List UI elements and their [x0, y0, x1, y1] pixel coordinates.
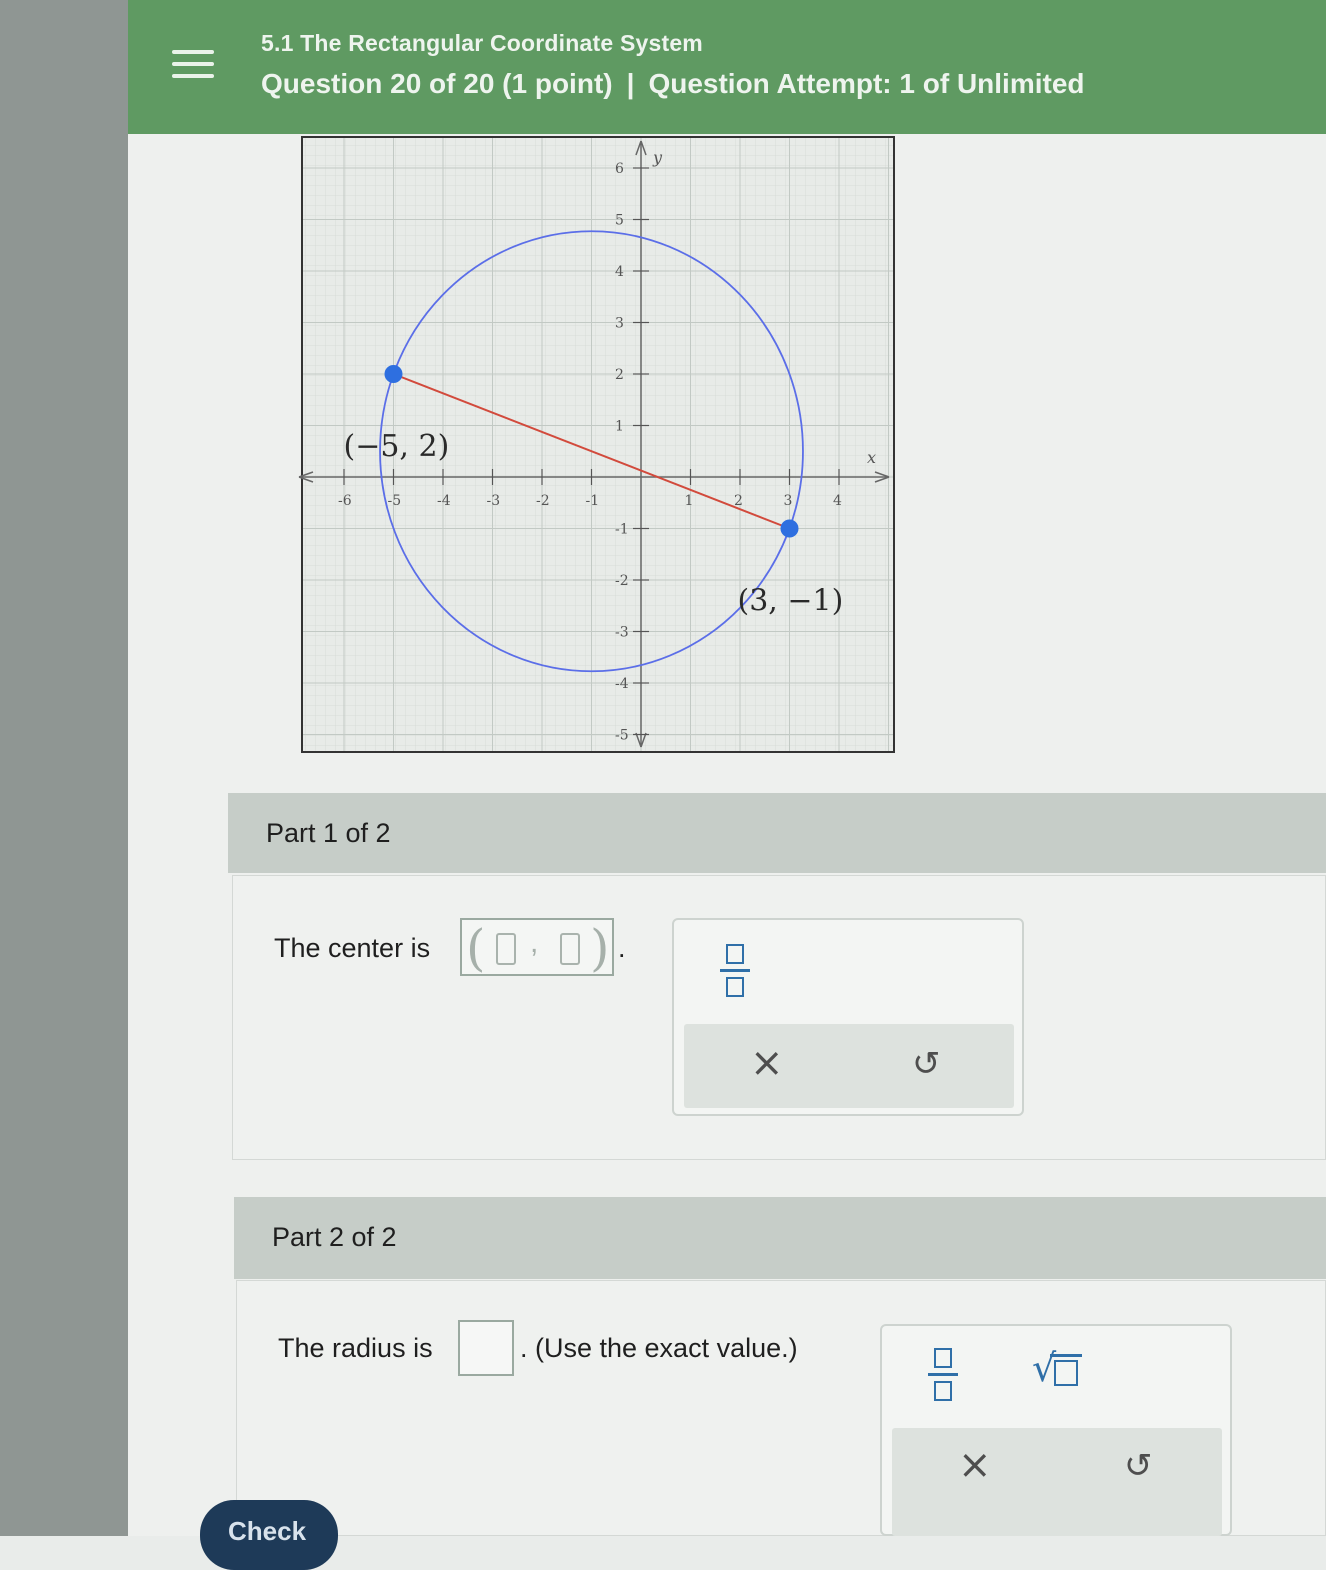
x-tick-label: 1: [685, 493, 694, 509]
center-y-slot[interactable]: [560, 933, 580, 965]
y-tick-label: 5: [615, 213, 624, 229]
undo-icon[interactable]: ↺: [912, 1044, 941, 1084]
radius-hint: . (Use the exact value.): [520, 1333, 798, 1363]
x-tick-label: 3: [784, 493, 793, 509]
y-tick-label: 2: [615, 367, 624, 383]
section-title: 5.1 The Rectangular Coordinate System: [261, 30, 703, 56]
point-b-label: (3, −1): [738, 584, 844, 619]
center-point-input[interactable]: ( , ): [460, 918, 614, 976]
question-number: Question 20 of 20 (1 point): [261, 68, 613, 99]
center-x-slot[interactable]: [496, 933, 516, 965]
x-tick-label: 4: [833, 493, 842, 509]
x-tick-label: -4: [437, 493, 451, 509]
y-tick-label: -5: [615, 728, 629, 744]
question-header: 5.1 The Rectangular Coordinate System Qu…: [128, 0, 1326, 134]
part1-label: Part 1 of 2: [266, 818, 391, 848]
undo-icon[interactable]: ↺: [1124, 1446, 1153, 1486]
y-tick-label: -4: [615, 676, 629, 692]
part1-header: [228, 793, 1326, 873]
x-tick-label: -6: [338, 493, 352, 509]
part1-action-row: × ↺: [684, 1024, 1014, 1108]
point-a-label: (−5, 2): [344, 429, 450, 464]
fraction-icon[interactable]: [928, 1348, 958, 1402]
close-paren: ): [590, 919, 610, 977]
point-b-marker: [780, 519, 799, 538]
header-separator: |: [626, 68, 635, 99]
center-prompt: The center is: [274, 933, 431, 963]
comma-separator: ,: [530, 926, 539, 959]
part2-action-row: × ↺: [892, 1428, 1222, 1536]
y-tick-label: 1: [615, 419, 624, 435]
attempt-counter: Question Attempt: 1 of Unlimited: [648, 68, 1085, 99]
y-tick-label: -2: [615, 573, 629, 589]
left-margin: [0, 0, 128, 1536]
y-tick-label: -1: [615, 522, 629, 538]
part1-math-toolbar: × ↺: [672, 918, 1024, 1116]
y-axis-label: y: [652, 148, 663, 167]
question-info: Question 20 of 20 (1 point) | Question Att…: [261, 68, 1085, 100]
y-tick-label: 3: [615, 316, 624, 332]
clear-button[interactable]: ×: [750, 1040, 784, 1086]
center-period: .: [618, 933, 626, 963]
x-tick-label: -1: [586, 493, 600, 509]
part2-math-toolbar: √ × ↺: [880, 1324, 1232, 1536]
hamburger-menu-icon[interactable]: [172, 50, 214, 84]
open-paren: (: [466, 919, 486, 977]
coordinate-graph: -6 -5 -4 -3 -2 -1 1 2 3 4654321-1-2-3-4-5 (−5, 2)…: [298, 136, 895, 753]
y-tick-label: 4: [615, 264, 624, 280]
y-tick-label: -3: [615, 625, 629, 641]
check-button[interactable]: Check: [200, 1500, 338, 1570]
point-a-marker: [384, 365, 403, 383]
x-tick-label: -5: [388, 493, 402, 509]
square-root-icon[interactable]: √: [1032, 1346, 1082, 1390]
sqrt-symbol: √: [1032, 1346, 1057, 1390]
radius-prompt: The radius is: [278, 1333, 433, 1363]
radius-input[interactable]: [458, 1320, 514, 1376]
x-tick-label: -2: [536, 493, 550, 509]
x-tick-label: -3: [487, 493, 501, 509]
part2-label: Part 2 of 2: [272, 1222, 397, 1252]
y-tick-label: 6: [615, 161, 624, 177]
fraction-icon[interactable]: [720, 944, 750, 998]
clear-button[interactable]: ×: [958, 1442, 992, 1488]
x-axis-label: x: [867, 448, 876, 467]
part2-header: [234, 1197, 1326, 1279]
